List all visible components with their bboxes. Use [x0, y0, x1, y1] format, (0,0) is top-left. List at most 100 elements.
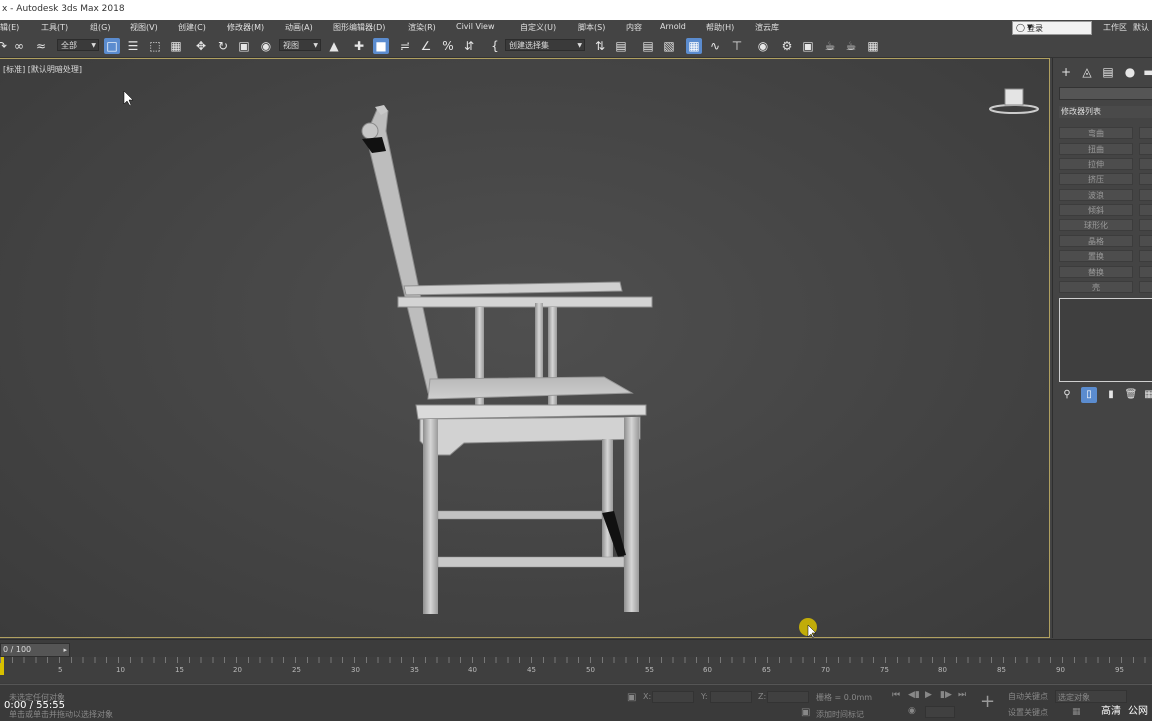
- modifier-extra-button[interactable]: [1139, 281, 1152, 293]
- modifier-extra-button[interactable]: [1139, 127, 1152, 139]
- menu-render-cloud[interactable]: 渲云库: [755, 22, 779, 33]
- modifier-wave-button[interactable]: 波浪: [1059, 189, 1133, 201]
- menu-views[interactable]: 视图(V): [130, 22, 158, 33]
- create-tab-icon[interactable]: +: [1058, 64, 1074, 80]
- display-tab-icon[interactable]: ▬: [1141, 64, 1152, 80]
- toggle-ribbon-icon[interactable]: ▦: [686, 38, 702, 54]
- pin-stack-icon[interactable]: ⚲: [1059, 387, 1075, 403]
- go-to-start-icon[interactable]: ⏮: [892, 690, 900, 700]
- render-iterative-icon[interactable]: ☕: [843, 38, 859, 54]
- modifier-shell-button[interactable]: 壳: [1059, 281, 1133, 293]
- perspective-viewport[interactable]: [标准] [默认明暗处理]: [0, 58, 1050, 639]
- named-selection-dropdown[interactable]: 创建选择集 ▼: [505, 39, 585, 51]
- video-extra[interactable]: 公网: [1128, 702, 1148, 717]
- modifier-lattice-button[interactable]: 晶格: [1059, 235, 1133, 247]
- auto-key-button[interactable]: 自动关键点: [1008, 691, 1048, 702]
- menu-rendering[interactable]: 渲染(R): [408, 22, 436, 33]
- edit-named-selection-icon[interactable]: {: [487, 38, 503, 54]
- video-quality[interactable]: 高清: [1101, 702, 1121, 717]
- angle-snap-icon[interactable]: ∠: [418, 38, 434, 54]
- z-coord-field[interactable]: [767, 691, 809, 703]
- spinner-snap-icon[interactable]: ⇵: [461, 38, 477, 54]
- modifier-extra-button[interactable]: [1139, 219, 1152, 231]
- chevron-right-icon[interactable]: ▸: [63, 644, 67, 656]
- modifier-skew-button[interactable]: 倾斜: [1059, 204, 1133, 216]
- y-coord-field[interactable]: [710, 691, 752, 703]
- render-online-icon[interactable]: ▦: [865, 38, 881, 54]
- set-key-icon[interactable]: +: [980, 691, 995, 712]
- menu-scripting[interactable]: 脚本(S): [578, 22, 605, 33]
- reference-coordinate-dropdown[interactable]: 视图 ▼: [279, 39, 321, 51]
- configure-modifier-sets-icon[interactable]: ▦: [1141, 387, 1152, 403]
- play-icon[interactable]: ▶: [925, 690, 932, 700]
- x-coord-field[interactable]: [652, 691, 694, 703]
- make-unique-icon[interactable]: ▮: [1103, 387, 1119, 403]
- menu-graph-editors[interactable]: 图形编辑器(D): [333, 22, 385, 33]
- render-setup-icon[interactable]: ⚙: [779, 38, 795, 54]
- menu-tools[interactable]: 工具(T): [41, 22, 68, 33]
- layer-explorer-icon[interactable]: ▧: [661, 38, 677, 54]
- region-select-icon[interactable]: ⬚: [147, 38, 163, 54]
- window-crossing-icon[interactable]: ▦: [168, 38, 184, 54]
- link-icon[interactable]: ∞: [11, 38, 27, 54]
- menu-civil-view[interactable]: Civil View: [456, 22, 495, 31]
- viewcube-icon[interactable]: [988, 87, 1040, 115]
- remove-modifier-icon[interactable]: 🗑: [1123, 387, 1139, 403]
- workspace-label[interactable]: 工作区: [1103, 22, 1127, 33]
- bind-spacewarp-icon[interactable]: ≈: [33, 38, 49, 54]
- align-icon[interactable]: ▤: [613, 38, 629, 54]
- rotate-icon[interactable]: ↻: [215, 38, 231, 54]
- render-production-icon[interactable]: ☕: [822, 38, 838, 54]
- modifier-stack[interactable]: [1059, 298, 1152, 382]
- modifier-extra-button[interactable]: [1139, 235, 1152, 247]
- menu-animation[interactable]: 动画(A): [285, 22, 313, 33]
- menu-modifiers[interactable]: 修改器(M): [227, 22, 264, 33]
- set-key-button[interactable]: 设置关键点: [1008, 707, 1048, 718]
- curve-editor-icon[interactable]: ∿: [707, 38, 723, 54]
- select-manipulate-icon[interactable]: ✚: [351, 38, 367, 54]
- modifier-extra-button[interactable]: [1139, 250, 1152, 262]
- pivot-center-icon[interactable]: ▲: [326, 38, 342, 54]
- modifier-bend-button[interactable]: 弯曲: [1059, 127, 1133, 139]
- modifier-spherify-button[interactable]: 球形化: [1059, 219, 1133, 231]
- select-by-name-icon[interactable]: ☰: [125, 38, 141, 54]
- current-frame-field[interactable]: [925, 706, 955, 718]
- modifier-extra-button[interactable]: [1139, 189, 1152, 201]
- menu-group[interactable]: 组(G): [90, 22, 110, 33]
- modifier-extra-button[interactable]: [1139, 173, 1152, 185]
- next-frame-icon[interactable]: ▮▶: [940, 690, 952, 700]
- modifier-twist-button[interactable]: 扭曲: [1059, 143, 1133, 155]
- rendered-frame-window-icon[interactable]: ▣: [800, 38, 816, 54]
- modifier-extra-button[interactable]: [1139, 158, 1152, 170]
- schematic-view-icon[interactable]: ⊤: [729, 38, 745, 54]
- show-end-result-icon[interactable]: ▯: [1081, 387, 1097, 403]
- move-icon[interactable]: ✥: [193, 38, 209, 54]
- timeline-ruler[interactable]: 5 10 15 20 25 30 35 40 45 50 55 60 65 70…: [0, 657, 1152, 683]
- time-tag-icon[interactable]: ▣: [801, 707, 810, 718]
- menu-create[interactable]: 创建(C): [178, 22, 206, 33]
- modifier-extra-button[interactable]: [1139, 266, 1152, 278]
- material-editor-icon[interactable]: ◉: [755, 38, 771, 54]
- chair-model[interactable]: [361, 105, 653, 614]
- workspace-default[interactable]: 默认: [1133, 22, 1149, 33]
- previous-frame-icon[interactable]: ◀▮: [908, 690, 920, 700]
- login-dropdown[interactable]: ◯ 登录 ▼: [1012, 21, 1092, 35]
- select-object-icon[interactable]: □: [104, 38, 120, 54]
- undo-icon[interactable]: ↷: [0, 38, 10, 54]
- go-to-end-icon[interactable]: ⏭: [958, 690, 966, 700]
- modifier-extra-button[interactable]: [1139, 143, 1152, 155]
- modifier-squeeze-button[interactable]: 挤压: [1059, 173, 1133, 185]
- modifier-list-dropdown[interactable]: 修改器列表: [1059, 106, 1152, 118]
- menu-help[interactable]: 帮助(H): [706, 22, 734, 33]
- modify-tab-icon[interactable]: ◬: [1079, 64, 1095, 80]
- menu-customize[interactable]: 自定义(U): [520, 22, 556, 33]
- modifier-displace-button[interactable]: 置换: [1059, 250, 1133, 262]
- selection-filter-dropdown[interactable]: 全部 ▼: [57, 39, 99, 51]
- menu-content[interactable]: 内容: [626, 22, 642, 33]
- add-time-tag[interactable]: 添加时间标记: [816, 709, 864, 720]
- modifier-extra-button[interactable]: [1139, 204, 1152, 216]
- scene-explorer-icon[interactable]: ▤: [640, 38, 656, 54]
- key-filters-icon[interactable]: ▦: [1072, 707, 1081, 717]
- key-mode-icon[interactable]: ◉: [908, 706, 916, 716]
- time-slider[interactable]: 0 / 100 ▸: [0, 643, 70, 657]
